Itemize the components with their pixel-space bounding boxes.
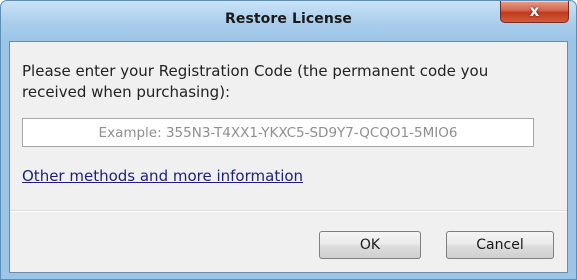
close-icon: x <box>529 2 540 20</box>
close-button[interactable]: x <box>500 1 569 23</box>
restore-license-dialog: Restore License x Please enter your Regi… <box>0 0 577 280</box>
ok-button[interactable]: OK <box>319 231 421 259</box>
dialog-title: Restore License <box>224 11 352 27</box>
registration-prompt: Please enter your Registration Code (the… <box>22 62 489 101</box>
title-bar[interactable]: Restore License x <box>1 1 576 41</box>
dialog-content: Please enter your Registration Code (the… <box>9 41 568 273</box>
cancel-button[interactable]: Cancel <box>446 231 554 259</box>
more-info-link[interactable]: Other methods and more information <box>22 167 303 185</box>
divider <box>10 210 567 212</box>
registration-code-input[interactable] <box>22 118 534 147</box>
